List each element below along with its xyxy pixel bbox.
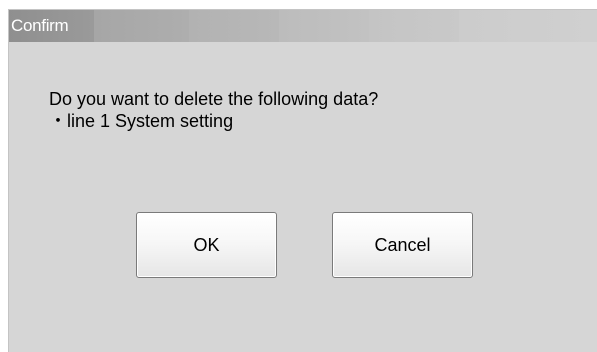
message-item: ・line 1 System setting — [49, 111, 234, 131]
ok-button[interactable]: OK — [136, 212, 277, 278]
dialog-title: Confirm — [11, 16, 69, 35]
confirm-message: Do you want to delete the following data… — [49, 88, 378, 132]
message-question: Do you want to delete the following data… — [49, 89, 379, 109]
cancel-button[interactable]: Cancel — [332, 212, 473, 278]
dialog-titlebar[interactable]: Confirm — [9, 10, 597, 42]
confirm-dialog: Confirm Do you want to delete the follow… — [8, 9, 597, 352]
